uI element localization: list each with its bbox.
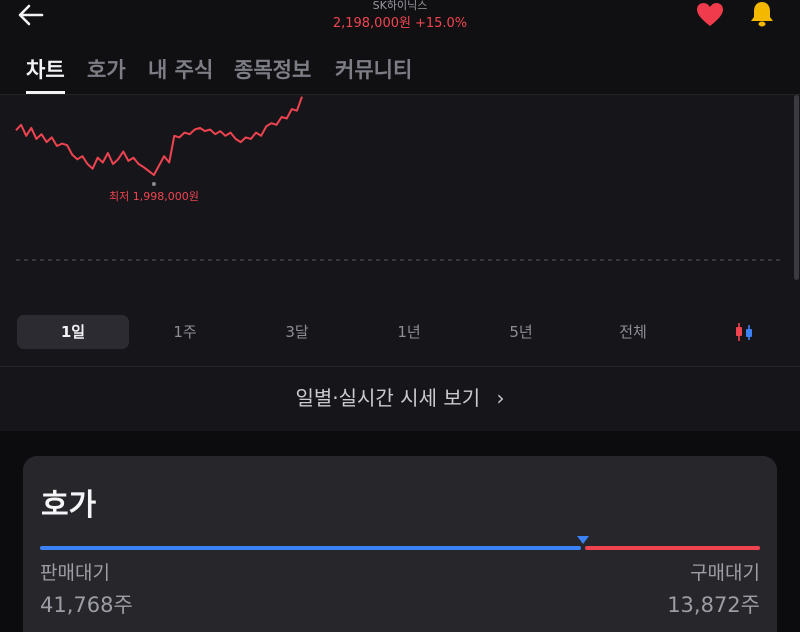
section-divider	[0, 366, 800, 367]
chevron-right-icon: ›	[496, 386, 505, 410]
period-all[interactable]: 전체	[578, 315, 688, 349]
stock-price-line: 2,198,000원 +15.0%	[0, 12, 800, 31]
scrollbar[interactable]	[794, 95, 799, 280]
daily-realtime-quotes-link[interactable]: 일별·실시간 시세 보기 ›	[0, 382, 800, 411]
tab-stock-info[interactable]: 종목정보	[234, 54, 311, 84]
ratio-marker-icon	[577, 536, 589, 544]
current-price: 2,198,000원	[332, 16, 411, 31]
buy-waiting-label: 구매대기	[690, 562, 760, 584]
tab-orderbook[interactable]: 호가	[87, 54, 126, 84]
tab-community[interactable]: 커뮤니티	[335, 54, 412, 84]
buy-waiting-quantity: 13,872주	[667, 593, 760, 617]
top-bar: SK하이닉스 2,198,000원 +15.0%	[0, 0, 800, 40]
sell-volume-bar	[40, 546, 581, 550]
orderbook-title: 호가	[41, 488, 97, 523]
sell-waiting-quantity: 41,768주	[40, 593, 133, 617]
tab-chart[interactable]: 차트	[26, 54, 65, 84]
sell-waiting-label: 판매대기	[40, 562, 110, 584]
bell-icon[interactable]	[748, 0, 776, 28]
price-change: +15.0%	[414, 16, 468, 31]
period-selector: 1일 1주 3달 1년 5년 전체	[0, 315, 800, 351]
heart-icon[interactable]	[696, 2, 724, 28]
buy-volume-bar	[585, 546, 760, 550]
chart-area: 최저 1,998,000원 1일 1주 3달 1년 5년 전체 일별·실시간 시…	[0, 95, 800, 431]
price-chart[interactable]: 최저 1,998,000원	[0, 95, 800, 305]
candlestick-icon[interactable]	[732, 320, 756, 344]
orderbook-card[interactable]: 호가 판매대기 구매대기 41,768주 13,872주	[23, 456, 777, 632]
price-line	[15, 96, 303, 176]
period-1w[interactable]: 1주	[130, 315, 240, 349]
tab-my-stock[interactable]: 내 주식	[148, 54, 213, 84]
low-price-label: 최저 1,998,000원	[109, 190, 199, 203]
active-tab-indicator	[26, 91, 65, 94]
daily-link-label: 일별·실시간 시세 보기	[295, 386, 481, 410]
period-1y[interactable]: 1년	[354, 315, 464, 349]
period-5y[interactable]: 5년	[466, 315, 576, 349]
low-point-marker	[151, 182, 156, 186]
period-1d[interactable]: 1일	[17, 315, 129, 349]
period-3m[interactable]: 3달	[242, 315, 352, 349]
main-tabs: 차트 호가 내 주식 종목정보 커뮤니티	[0, 40, 800, 95]
